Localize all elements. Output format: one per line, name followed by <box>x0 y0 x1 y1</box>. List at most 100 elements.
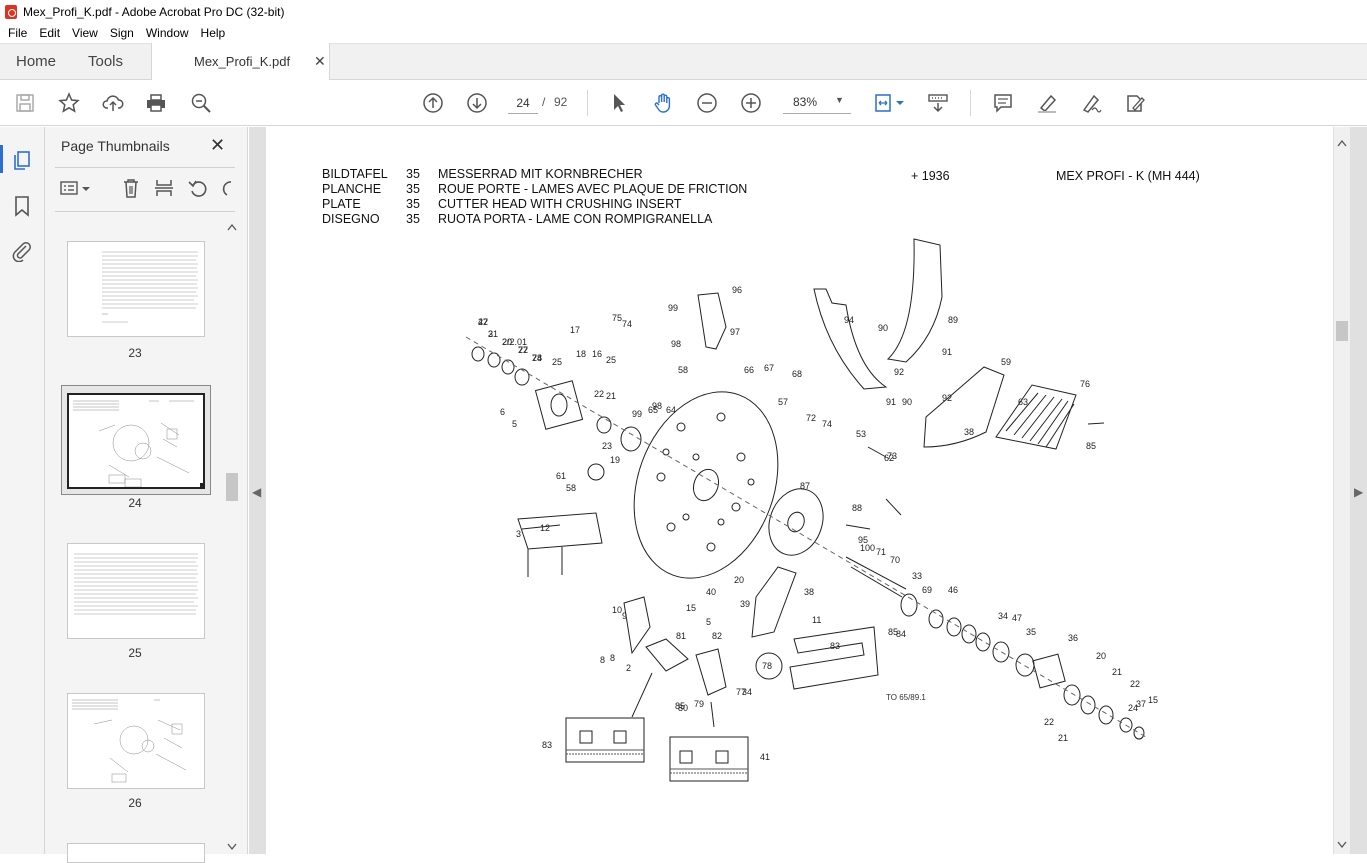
menu-file[interactable]: File <box>4 26 35 40</box>
page-thumbnail[interactable] <box>67 543 205 639</box>
tab-tools[interactable]: Tools <box>88 53 123 70</box>
draw-sign-icon[interactable] <box>1079 91 1103 115</box>
part-callout-number: 92 <box>942 393 952 403</box>
upload-icon[interactable] <box>101 91 125 115</box>
menu-bar: File Edit View Sign Window Help <box>0 23 1367 43</box>
close-panel-icon[interactable]: ✕ <box>210 135 225 156</box>
panel-toolbar <box>59 177 239 201</box>
part-callout-number: 85 <box>675 701 685 711</box>
page-thumbnail[interactable] <box>67 693 205 789</box>
part-callout-number: 21 <box>606 391 616 401</box>
part-callout-number: 24 <box>1128 703 1138 713</box>
rotate-left-icon[interactable] <box>187 177 209 199</box>
part-callout-number: 85 <box>888 627 898 637</box>
previous-page-icon[interactable] <box>421 91 445 115</box>
print-icon[interactable] <box>144 91 168 115</box>
part-callout-number: 90 <box>878 323 888 333</box>
part-callout-number: 39 <box>740 599 750 609</box>
part-callout-number: 78 <box>532 353 542 363</box>
part-callout-number: 2 <box>626 663 631 673</box>
part-callout-number: 91 <box>886 397 896 407</box>
part-callout-number: 61 <box>556 471 566 481</box>
part-callout-number: 59 <box>1001 357 1011 367</box>
thumbnail-page-number: 24 <box>128 496 142 510</box>
rotate-right-icon[interactable] <box>219 177 233 199</box>
part-callout-number: 90 <box>902 397 912 407</box>
page-fit-dropdown-icon[interactable] <box>895 91 905 115</box>
scrollbar-thumb[interactable] <box>1336 321 1348 341</box>
menu-help[interactable]: Help <box>197 26 234 40</box>
pdf-page: BILDTAFEL 35 MESSERRAD MIT KORNBRECHER P… <box>266 127 1333 854</box>
save-icon[interactable] <box>13 91 37 115</box>
chevron-down-icon[interactable] <box>81 177 91 199</box>
expand-right-pane-icon[interactable]: ▶ <box>1354 485 1363 499</box>
scroll-mode-icon[interactable] <box>926 91 950 115</box>
highlight-pen-icon[interactable] <box>1035 91 1059 115</box>
part-callout-number: 20 <box>1096 651 1106 661</box>
comment-icon[interactable] <box>991 91 1015 115</box>
page-separator: / <box>542 95 546 109</box>
menu-view[interactable]: View <box>68 26 106 40</box>
part-callout-number: 21 <box>1112 667 1122 677</box>
thumbnail-diagram-image <box>73 400 203 487</box>
scroll-up-icon[interactable] <box>227 223 237 231</box>
select-cursor-icon[interactable] <box>607 91 631 115</box>
delete-page-icon[interactable] <box>120 177 142 199</box>
thumbnail-page-number: 23 <box>128 346 142 360</box>
zoom-select[interactable]: 83% ▼ <box>783 92 851 114</box>
part-callout-number: 9 <box>622 611 627 621</box>
page-number-input[interactable] <box>508 92 538 114</box>
plate-79 <box>645 638 689 672</box>
page-thumbnails-icon[interactable] <box>11 149 33 171</box>
part-callout-number: 20 <box>734 575 744 585</box>
menu-window[interactable]: Window <box>142 26 197 40</box>
part-callout-number: 74 <box>822 419 832 429</box>
fill-sign-icon[interactable] <box>1123 91 1147 115</box>
page-thumbnail[interactable] <box>67 843 205 863</box>
part-callout-number: 71 <box>876 547 886 557</box>
drawing-reference: TO 65/89.1 <box>886 693 926 702</box>
bracket-96 <box>697 292 727 350</box>
close-tab-icon[interactable]: ✕ <box>314 53 326 70</box>
menu-edit[interactable]: Edit <box>35 26 68 40</box>
page-fit-icon[interactable] <box>872 91 896 115</box>
detail-78 <box>669 736 749 782</box>
part-callout-number: 77 <box>518 345 528 355</box>
zoom-in-icon[interactable] <box>739 91 763 115</box>
window-title: Mex_Profi_K.pdf - Adobe Acrobat Pro DC (… <box>23 4 285 19</box>
part-callout-number: 19 <box>610 455 620 465</box>
zoom-value: 83% <box>793 95 818 109</box>
part-callout-number: 42 <box>478 317 488 327</box>
thumbnails-panel: Page Thumbnails ✕ 23 24 25 26 <box>45 127 248 863</box>
next-page-icon[interactable] <box>465 91 489 115</box>
page-thumbnail[interactable] <box>67 241 205 337</box>
scroll-up-icon[interactable] <box>1337 139 1347 147</box>
extract-pages-icon[interactable] <box>153 177 175 199</box>
bookmarks-icon[interactable] <box>11 195 33 217</box>
part-callout-number: 97 <box>730 327 740 337</box>
part-callout-number: 58 <box>678 365 688 375</box>
page-thumbnail-selected[interactable] <box>67 393 205 489</box>
tab-document[interactable]: Mex_Profi_K.pdf ✕ <box>151 43 330 81</box>
part-callout-number: 62 <box>884 453 894 463</box>
zoom-search-icon[interactable] <box>189 91 213 115</box>
part-callout-number: 63 <box>1018 397 1028 407</box>
bookmark-star-icon[interactable] <box>57 91 81 115</box>
knife-2 <box>751 566 797 638</box>
options-menu-icon[interactable] <box>59 177 81 199</box>
thumbnails-scrollbar[interactable] <box>225 219 239 851</box>
hub <box>768 488 824 556</box>
part-callout-number: 12 <box>540 523 550 533</box>
part-callout-number: 38 <box>964 427 974 437</box>
left-rail <box>0 127 45 854</box>
menu-sign[interactable]: Sign <box>106 26 142 40</box>
attachments-icon[interactable] <box>11 240 33 262</box>
scrollbar-thumb[interactable] <box>226 473 238 501</box>
document-scrollbar[interactable] <box>1334 127 1350 854</box>
zoom-out-icon[interactable] <box>695 91 719 115</box>
hand-tool-icon[interactable] <box>651 91 675 115</box>
tab-home[interactable]: Home <box>16 53 56 70</box>
scroll-down-icon[interactable] <box>1337 841 1347 849</box>
collapse-panel-icon[interactable]: ◀ <box>252 485 261 499</box>
scroll-down-icon[interactable] <box>227 843 237 851</box>
